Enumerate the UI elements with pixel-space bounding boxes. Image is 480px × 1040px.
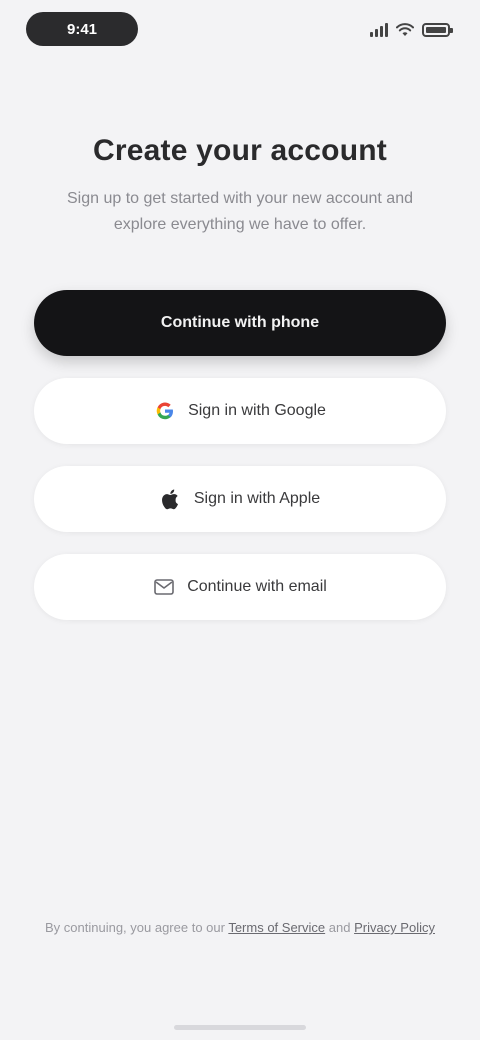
google-signin-label: Sign in with Google: [188, 402, 326, 419]
wifi-icon: [396, 23, 414, 36]
continue-phone-label: Continue with phone: [160, 314, 320, 331]
privacy-link[interactable]: Privacy Policy: [354, 920, 435, 935]
status-time: 9:41: [26, 12, 138, 46]
mail-icon: [153, 576, 175, 598]
apple-signin-label: Sign in with Apple: [193, 490, 321, 507]
terms-link[interactable]: Terms of Service: [228, 920, 325, 935]
legal-footer: By continuing, you agree to our Terms of…: [40, 918, 440, 938]
apple-icon: [160, 488, 182, 510]
status-bar: 9:41: [0, 0, 480, 64]
email-continue-label: Continue with email: [187, 578, 327, 595]
home-indicator[interactable]: [174, 1025, 306, 1030]
continue-phone-button[interactable]: Continue with phone: [34, 290, 446, 356]
email-continue-button[interactable]: Continue with email: [34, 554, 446, 620]
signal-icon: [370, 23, 388, 37]
status-icons: [370, 20, 453, 40]
legal-joiner: and: [325, 920, 355, 935]
google-icon: [154, 400, 176, 422]
page-subtitle: Sign up to get started with your new acc…: [67, 190, 413, 233]
page-title: Create your account: [93, 134, 387, 167]
apple-signin-button[interactable]: Sign in with Apple: [34, 466, 446, 532]
google-signin-button[interactable]: Sign in with Google: [34, 378, 446, 444]
legal-prefix: By continuing, you agree to our: [45, 920, 229, 935]
battery-icon: [422, 23, 453, 37]
